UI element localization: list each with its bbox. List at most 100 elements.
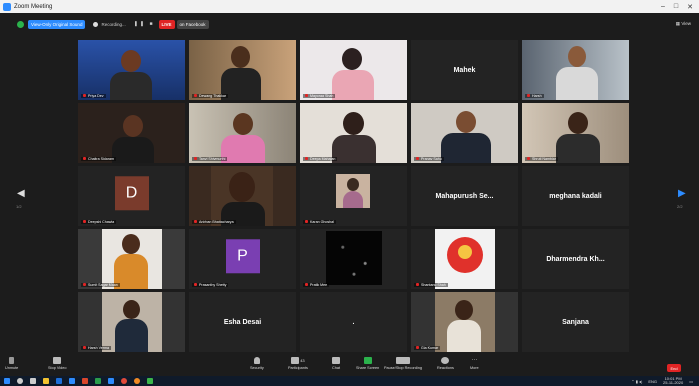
unmute-button[interactable]: Unmute [5, 357, 18, 370]
right-page-indicator: 2/2 [677, 204, 683, 209]
participant-tile[interactable]: . [300, 292, 407, 352]
participant-display-name: meghana kadali [549, 192, 602, 200]
mic-muted-icon [416, 157, 419, 160]
reactions-smiley-icon [441, 357, 450, 364]
participant-tile[interactable]: Shruti Nambiar [522, 103, 629, 163]
mic-muted-icon [527, 157, 530, 160]
mic-muted-icon [527, 94, 530, 97]
participant-tile[interactable]: Priya Dev [78, 40, 185, 100]
word-icon[interactable] [56, 378, 62, 384]
live-target[interactable]: on Facebook [176, 19, 209, 29]
participant-display-name: Dharmendra Kh... [546, 255, 605, 263]
participant-tile[interactable]: Harsh [522, 40, 629, 100]
view-only-badge[interactable]: View-Only Original Sound [28, 19, 86, 29]
participant-name: Karan Ghoshal [303, 220, 336, 224]
participant-tile[interactable]: D Deepshi Chawla [78, 166, 185, 226]
mic-muted-icon [416, 283, 419, 286]
participant-name: Harsh [525, 94, 544, 98]
participant-name: Harsh Verma [81, 346, 111, 350]
app-icon[interactable] [147, 378, 153, 384]
mic-muted-icon [83, 94, 86, 97]
mic-muted-icon [305, 220, 308, 223]
reactions-button[interactable]: Reactions [437, 357, 454, 370]
view-button[interactable]: ▦ View [676, 21, 691, 27]
view-button-label: View [681, 21, 691, 26]
excel-icon[interactable] [95, 378, 101, 384]
participants-count: 43 [300, 358, 305, 363]
chat-button[interactable]: Chat [332, 357, 340, 370]
participant-name: Mayoraa Shah [303, 94, 336, 98]
avatar-initial: D [114, 176, 149, 211]
security-button[interactable]: Security [250, 357, 264, 370]
search-icon[interactable] [17, 378, 23, 384]
mic-muted-icon [83, 346, 86, 349]
end-meeting-button[interactable]: End [667, 364, 681, 372]
previous-page-arrow-icon[interactable]: ◀ [17, 188, 25, 199]
gallery-grid: Priya Dev Dewang Thakkar Mayoraa Shah Ma… [78, 40, 629, 352]
participants-icon [291, 357, 300, 364]
participant-tile[interactable]: Mahek [411, 40, 518, 100]
participant-tile[interactable]: Mahapurush Se... [411, 166, 518, 226]
window-title: Zoom Meeting [14, 3, 53, 10]
participant-tile[interactable]: Dharmendra Kh... [522, 229, 629, 289]
participants-button[interactable]: 43 Participants [288, 357, 308, 370]
participant-tile[interactable]: Harsh Verma [78, 292, 185, 352]
participant-tile[interactable]: Pranav Sahu [411, 103, 518, 163]
participant-tile[interactable]: Deepa Mahajan [300, 103, 407, 163]
pause-stop-recording-button[interactable]: Pause/Stop Recording [384, 357, 422, 370]
tray-icons[interactable]: ⌃ ▮ ◂) [631, 379, 642, 384]
windows-start-icon[interactable] [4, 378, 10, 384]
share-screen-button[interactable]: Share Screen [356, 357, 379, 370]
file-explorer-icon[interactable] [43, 378, 49, 384]
participant-tile[interactable]: Shantanu Shah [411, 229, 518, 289]
live-badge[interactable]: LIVE [158, 19, 175, 29]
zoom-taskbar-icon[interactable] [108, 378, 114, 384]
participant-tile[interactable]: meghana kadali [522, 166, 629, 226]
mic-muted-icon [83, 157, 86, 160]
left-page-indicator: 1/2 [16, 204, 22, 209]
mic-muted-icon [194, 157, 197, 160]
firefox-icon[interactable] [134, 378, 140, 384]
participant-tile[interactable]: Karan Ghoshal [300, 166, 407, 226]
share-screen-icon [363, 357, 372, 364]
more-dots-icon: ··· [471, 357, 478, 363]
mail-icon[interactable] [69, 378, 75, 384]
participant-name: Sumit Sagar Maan [81, 283, 120, 287]
recording-controls[interactable]: ❚❚ ■ [134, 21, 155, 27]
minimize-icon[interactable]: – [661, 3, 665, 11]
participant-tile[interactable]: Sumit Sagar Maan [78, 229, 185, 289]
maximize-icon[interactable]: □ [674, 3, 678, 11]
more-button[interactable]: ··· More [470, 357, 479, 370]
stop-video-button[interactable]: Stop Video [48, 357, 67, 370]
next-page-arrow-icon[interactable]: ▶ [678, 188, 686, 199]
mic-muted-icon [194, 94, 197, 97]
chat-bubble-icon [332, 357, 341, 364]
participant-tile[interactable]: Anirban Bhattacharya [189, 166, 296, 226]
language-indicator[interactable]: ENG [648, 379, 657, 384]
powerpoint-icon[interactable] [82, 378, 88, 384]
recording-icon [93, 21, 99, 27]
participant-tile[interactable]: Sanjana [522, 292, 629, 352]
avatar-initial: P [225, 239, 260, 274]
participant-name: Shantanu Shah [414, 283, 448, 287]
chrome-icon[interactable] [121, 378, 127, 384]
participant-tile[interactable]: Tanvi Shivmurthi [189, 103, 296, 163]
close-icon[interactable]: ✕ [687, 3, 693, 11]
participant-name: Shruti Nambiar [525, 157, 558, 161]
participant-name: Deepshi Chawla [81, 220, 117, 224]
clock[interactable]: 10:01 PM 25-11-2020 [663, 377, 683, 385]
participant-tile[interactable]: Gia Kumar [411, 292, 518, 352]
participant-tile[interactable]: Chaitra Sidaram [78, 103, 185, 163]
participant-tile[interactable]: Esha Desai [189, 292, 296, 352]
participant-tile[interactable]: Pratik Mee [300, 229, 407, 289]
participant-tile[interactable]: Mayoraa Shah [300, 40, 407, 100]
encryption-shield-icon[interactable] [17, 20, 24, 28]
participant-tile[interactable]: Dewang Thakkar [189, 40, 296, 100]
mic-muted-icon [305, 283, 308, 286]
participant-name: Anirban Bhattacharya [192, 220, 236, 224]
meeting-status-strip: View-Only Original Sound Recording... ❚❚… [0, 13, 699, 35]
notifications-icon[interactable]: ▭ [689, 379, 693, 384]
shield-icon [253, 357, 260, 364]
participant-tile[interactable]: P Prasanthy Shetty [189, 229, 296, 289]
task-view-icon[interactable] [30, 378, 36, 384]
